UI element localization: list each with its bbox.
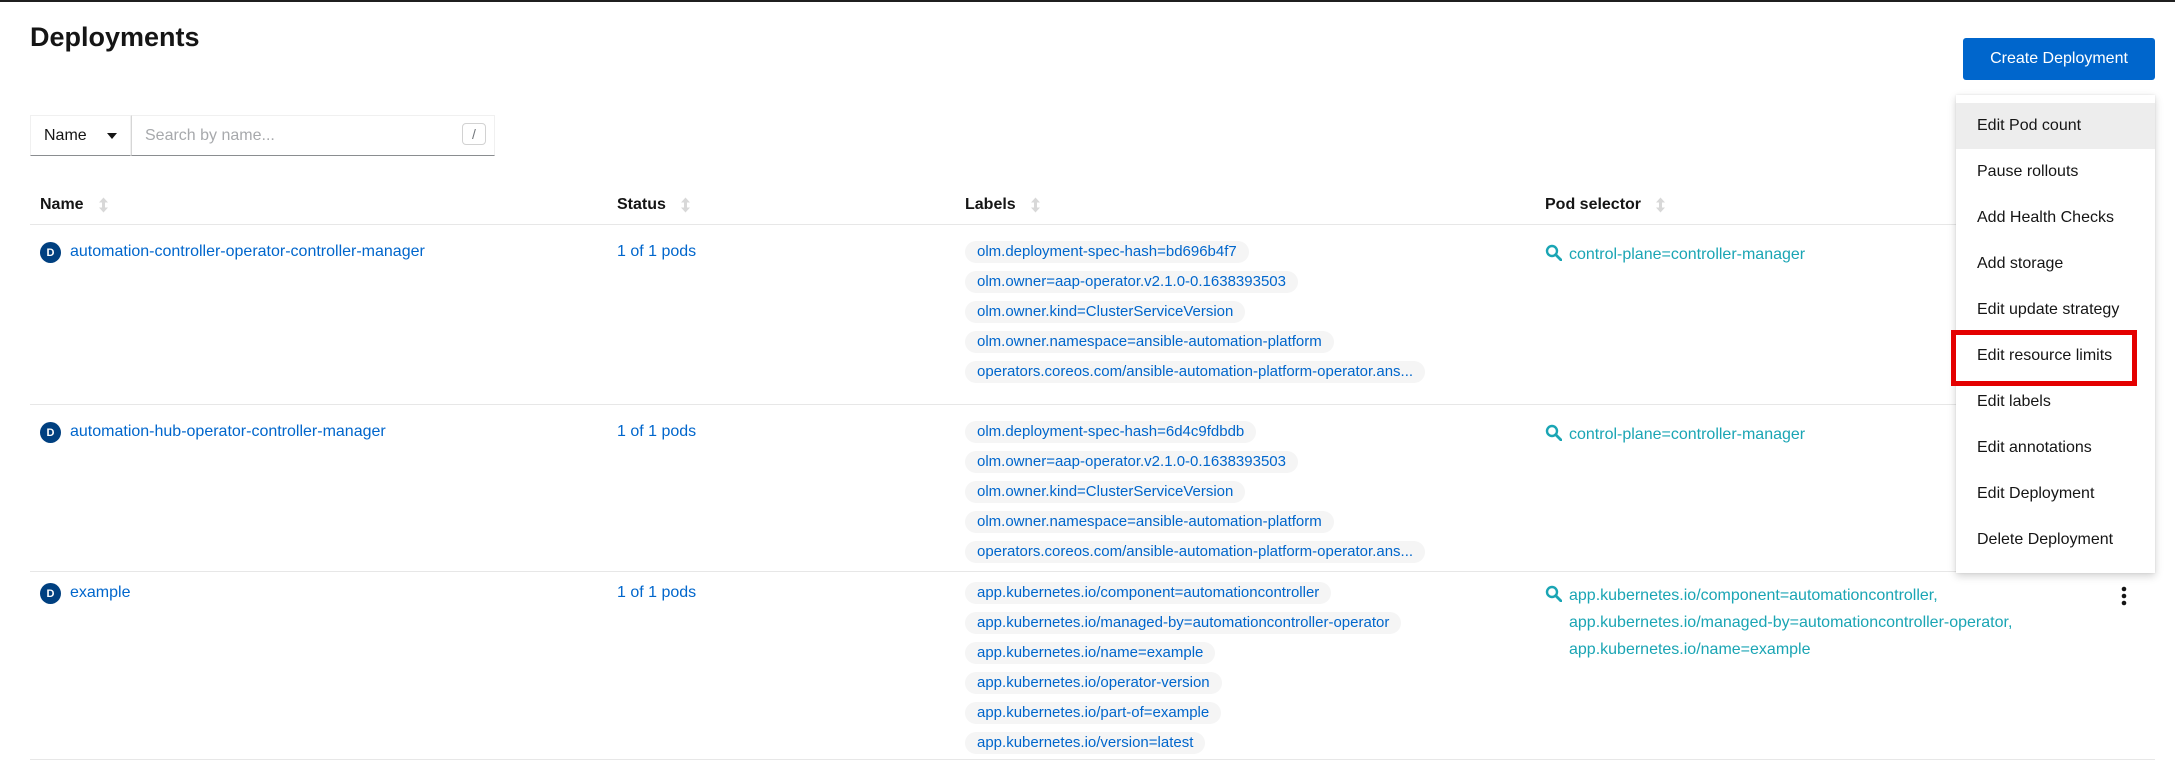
kebab-icon bbox=[2121, 586, 2127, 757]
label-chip[interactable]: olm.owner.kind=ClusterServiceVersion bbox=[965, 481, 1245, 503]
pod-selector-cell: app.kubernetes.io/component=automationco… bbox=[1535, 582, 2065, 759]
deployments-table: Name Status Labels Pod selector Dautomation… bbox=[30, 186, 2155, 760]
deployment-name-link[interactable]: automation-hub-operator-controller-manag… bbox=[70, 421, 386, 443]
sort-icon bbox=[1654, 197, 1667, 213]
menu-item-add-storage[interactable]: Add storage bbox=[1956, 241, 2155, 287]
menu-item-edit-resource-limits[interactable]: Edit resource limits bbox=[1956, 333, 2155, 379]
caret-down-icon bbox=[107, 133, 117, 139]
deployment-resource-badge: D bbox=[40, 242, 61, 263]
label-chip[interactable]: app.kubernetes.io/version=latest bbox=[965, 732, 1205, 754]
label-chip[interactable]: app.kubernetes.io/operator-version bbox=[965, 672, 1222, 694]
deployment-resource-badge: D bbox=[40, 422, 61, 443]
search-icon bbox=[1545, 424, 1562, 441]
label-chip[interactable]: app.kubernetes.io/name=example bbox=[965, 642, 1215, 664]
sort-icon bbox=[1029, 197, 1042, 213]
pod-selector-link[interactable]: app.kubernetes.io/component=automationco… bbox=[1569, 582, 2012, 609]
pod-selector-link-group: app.kubernetes.io/component=automationco… bbox=[1569, 582, 2012, 663]
name-cell: Dautomation-controller-operator-controll… bbox=[30, 241, 607, 404]
menu-item-edit-labels[interactable]: Edit labels bbox=[1956, 379, 2155, 425]
column-header-label: Pod selector bbox=[1545, 196, 1641, 214]
kebab-menu-button[interactable] bbox=[2119, 584, 2129, 759]
search-box: / bbox=[131, 115, 495, 156]
deployment-resource-badge: D bbox=[40, 583, 61, 604]
pods-status-link[interactable]: 1 of 1 pods bbox=[617, 584, 696, 601]
label-chip[interactable]: app.kubernetes.io/managed-by=automationc… bbox=[965, 612, 1401, 634]
search-shortcut-badge: / bbox=[462, 123, 486, 145]
menu-item-edit-update-strategy[interactable]: Edit update strategy bbox=[1956, 287, 2155, 333]
menu-item-edit-deployment[interactable]: Edit Deployment bbox=[1956, 471, 2155, 517]
create-deployment-button[interactable]: Create Deployment bbox=[1963, 38, 2155, 80]
menu-item-delete-deployment[interactable]: Delete Deployment bbox=[1956, 517, 2155, 563]
pod-selector-link-group: control-plane=controller-manager bbox=[1569, 421, 1805, 448]
label-chip[interactable]: olm.owner.namespace=ansible-automation-p… bbox=[965, 511, 1334, 533]
label-chip[interactable]: olm.deployment-spec-hash=6d4c9fdbdb bbox=[965, 421, 1256, 443]
column-header-label: Name bbox=[40, 196, 84, 214]
menu-item-add-health-checks[interactable]: Add Health Checks bbox=[1956, 195, 2155, 241]
label-chip[interactable]: olm.deployment-spec-hash=bd696b4f7 bbox=[965, 241, 1249, 263]
search-input[interactable] bbox=[132, 116, 494, 155]
status-cell: 1 of 1 pods bbox=[607, 241, 955, 404]
labels-cell: olm.deployment-spec-hash=6d4c9fdbdb olm.o… bbox=[955, 421, 1535, 571]
search-icon bbox=[1545, 244, 1562, 261]
sort-icon bbox=[679, 197, 692, 213]
table-row: Dautomation-hub-operator-controller-mana… bbox=[30, 405, 2155, 572]
deployment-name-link[interactable]: example bbox=[70, 582, 130, 604]
column-header-labels[interactable]: Labels bbox=[955, 196, 1535, 214]
name-cell: Dexample bbox=[30, 582, 607, 759]
name-cell: Dautomation-hub-operator-controller-mana… bbox=[30, 421, 607, 571]
label-chip[interactable]: operators.coreos.com/ansible-automation-… bbox=[965, 541, 1425, 563]
label-chip[interactable]: app.kubernetes.io/component=automationco… bbox=[965, 582, 1331, 604]
search-icon bbox=[1545, 585, 1562, 602]
deployment-name-link[interactable]: automation-controller-operator-controlle… bbox=[70, 241, 425, 263]
filter-type-dropdown[interactable]: Name bbox=[30, 115, 131, 156]
label-chip[interactable]: operators.coreos.com/ansible-automation-… bbox=[965, 361, 1425, 383]
column-header-status[interactable]: Status bbox=[607, 196, 955, 214]
label-chip[interactable]: olm.owner.kind=ClusterServiceVersion bbox=[965, 301, 1245, 323]
page-title: Deployments bbox=[30, 22, 200, 53]
menu-item-edit-pod-count[interactable]: Edit Pod count bbox=[1956, 103, 2155, 149]
actions-dropdown-menu: Edit Pod countPause rolloutsAdd Health C… bbox=[1956, 95, 2155, 573]
label-chip[interactable]: olm.owner=aap-operator.v2.1.0-0.16383935… bbox=[965, 271, 1298, 293]
label-chip[interactable]: app.kubernetes.io/part-of=example bbox=[965, 702, 1221, 724]
row-actions-cell bbox=[2065, 582, 2155, 759]
label-chip[interactable]: olm.owner.namespace=ansible-automation-p… bbox=[965, 331, 1334, 353]
column-header-name[interactable]: Name bbox=[30, 196, 607, 214]
pods-status-link[interactable]: 1 of 1 pods bbox=[617, 243, 696, 260]
labels-cell: olm.deployment-spec-hash=bd696b4f7 olm.ow… bbox=[955, 241, 1535, 404]
table-header: Name Status Labels Pod selector bbox=[30, 186, 2155, 225]
table-row: Dautomation-controller-operator-controll… bbox=[30, 225, 2155, 405]
column-header-label: Labels bbox=[965, 196, 1016, 214]
pod-selector-link[interactable]: app.kubernetes.io/name=example bbox=[1569, 636, 2012, 663]
label-chip[interactable]: olm.owner=aap-operator.v2.1.0-0.16383935… bbox=[965, 451, 1298, 473]
pod-selector-link[interactable]: control-plane=controller-manager bbox=[1569, 421, 1805, 448]
pod-selector-link[interactable]: app.kubernetes.io/managed-by=automationc… bbox=[1569, 609, 2012, 636]
table-row: Dexample 1 of 1 pods app.kubernetes.io/com… bbox=[30, 572, 2155, 760]
pods-status-link[interactable]: 1 of 1 pods bbox=[617, 423, 696, 440]
sort-icon bbox=[97, 197, 110, 213]
labels-cell: app.kubernetes.io/component=automationco… bbox=[955, 582, 1535, 759]
status-cell: 1 of 1 pods bbox=[607, 582, 955, 759]
filter-type-label: Name bbox=[44, 127, 87, 145]
filter-toolbar: Name / bbox=[30, 115, 495, 156]
pod-selector-link-group: control-plane=controller-manager bbox=[1569, 241, 1805, 268]
menu-item-pause-rollouts[interactable]: Pause rollouts bbox=[1956, 149, 2155, 195]
status-cell: 1 of 1 pods bbox=[607, 421, 955, 571]
pod-selector-link[interactable]: control-plane=controller-manager bbox=[1569, 241, 1805, 268]
column-header-label: Status bbox=[617, 196, 666, 214]
menu-item-edit-annotations[interactable]: Edit annotations bbox=[1956, 425, 2155, 471]
window-top-border bbox=[0, 0, 2175, 2]
table-body: Dautomation-controller-operator-controll… bbox=[30, 225, 2155, 760]
